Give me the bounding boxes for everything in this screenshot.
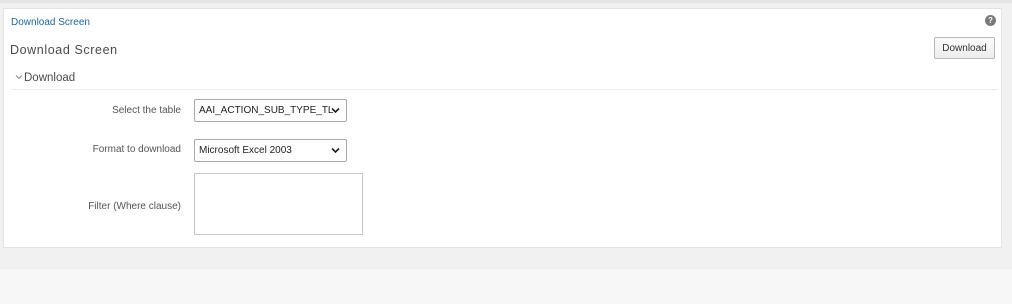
download-panel: Download Screen ? Download Screen Downlo… — [3, 8, 1002, 248]
footer-band — [0, 269, 1012, 304]
format-select[interactable]: Microsoft Excel 2003 — [194, 139, 347, 162]
download-button[interactable]: Download — [934, 37, 995, 59]
chevron-down-icon — [15, 75, 23, 80]
filter-where-clause-input[interactable] — [194, 173, 363, 235]
chevron-down-icon — [331, 107, 340, 114]
section-header-download[interactable]: Download — [12, 71, 998, 90]
table-select[interactable]: AAI_ACTION_SUB_TYPE_TL — [194, 99, 347, 122]
table-label: Select the table — [112, 105, 181, 116]
page-title: Download Screen — [10, 43, 118, 57]
format-select-value: Microsoft Excel 2003 — [199, 145, 292, 156]
table-select-value: AAI_ACTION_SUB_TYPE_TL — [199, 105, 334, 116]
filter-label: Filter (Where clause) — [88, 201, 181, 212]
help-icon[interactable]: ? — [985, 15, 996, 26]
chevron-down-icon — [331, 147, 340, 154]
top-strip — [0, 0, 1012, 3]
breadcrumb-download-screen[interactable]: Download Screen — [11, 17, 90, 28]
section-title: Download — [24, 72, 76, 84]
format-label: Format to download — [92, 144, 181, 155]
